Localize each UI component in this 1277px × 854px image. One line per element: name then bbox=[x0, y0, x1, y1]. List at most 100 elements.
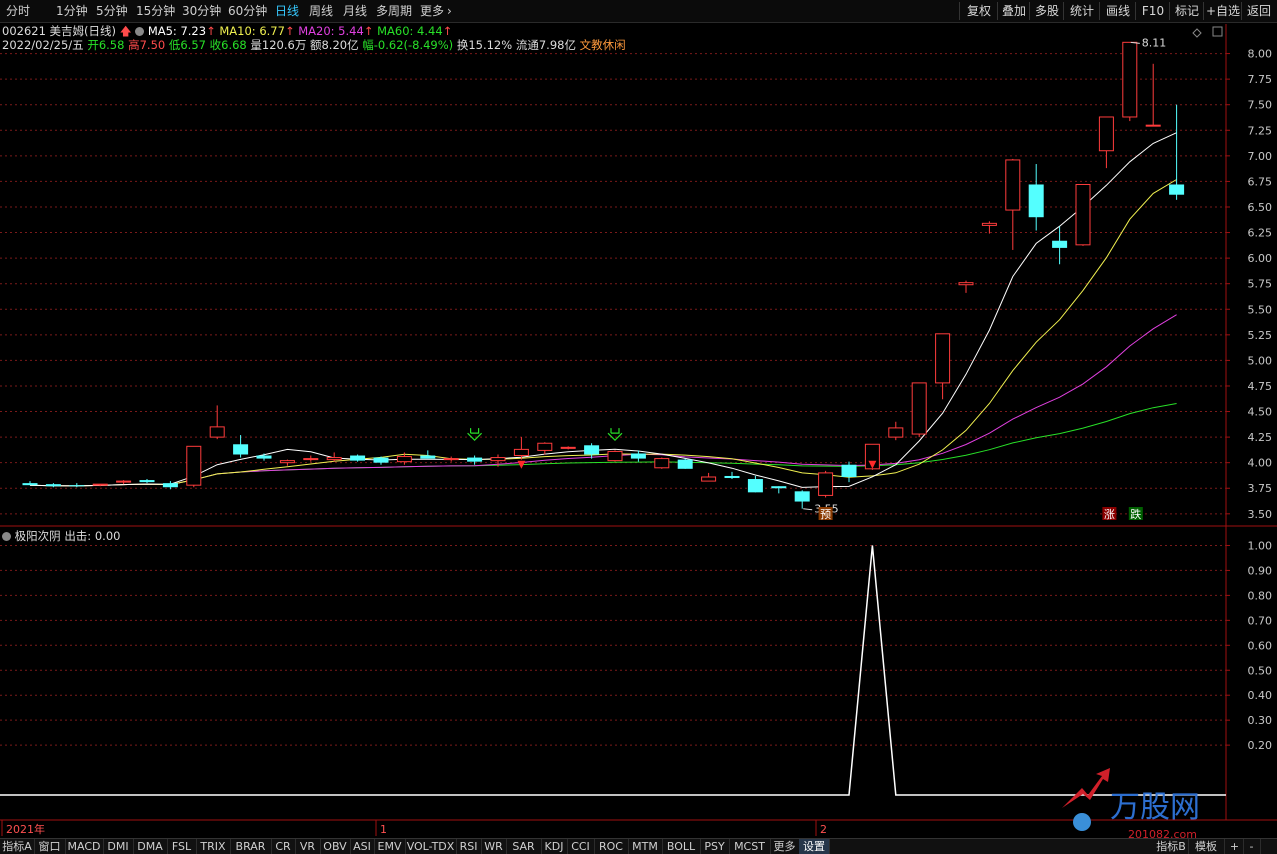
candle-body bbox=[537, 442, 553, 451]
indicator-tab-obv[interactable]: OBV bbox=[320, 839, 351, 854]
candle-body bbox=[818, 472, 834, 496]
ma5-line bbox=[29, 132, 1177, 488]
settings-circle-icon[interactable] bbox=[2, 532, 11, 541]
signal-line bbox=[0, 545, 1226, 796]
zoom-in-button[interactable]: + bbox=[1226, 839, 1244, 854]
kline-chart[interactable]: 8.00 7.75 7.50 7.25 7.00 6.75 6.50 6.25 6.00 5.75… bbox=[0, 0, 1277, 853]
x-label: 2021年 bbox=[6, 822, 45, 836]
candle-body bbox=[350, 455, 366, 461]
y-tick-label: 6.25 bbox=[1248, 227, 1273, 240]
y-tick-label: 4.25 bbox=[1248, 431, 1273, 444]
candle-body bbox=[490, 457, 506, 462]
candle-body bbox=[303, 458, 319, 461]
y-tick-label: 7.50 bbox=[1248, 99, 1273, 112]
indicator-header: 极阳次阴 出击: 0.00 bbox=[2, 529, 120, 544]
candle-body bbox=[888, 427, 904, 438]
indicator-tab-mcst[interactable]: MCST bbox=[729, 839, 771, 854]
zoom-out-button[interactable]: - bbox=[1243, 839, 1261, 854]
candle-body bbox=[69, 485, 85, 487]
diamond-icon[interactable] bbox=[1192, 28, 1202, 38]
indicator-tab-rsi[interactable]: RSI bbox=[456, 839, 482, 854]
y-tick-label: 3.75 bbox=[1248, 482, 1273, 495]
x-label: 1 bbox=[380, 823, 387, 836]
y-tick-label: 6.50 bbox=[1248, 201, 1273, 214]
y-tick-label: 5.25 bbox=[1248, 329, 1273, 342]
candle-body bbox=[22, 483, 38, 486]
ma20-line bbox=[29, 314, 1177, 487]
candle-body bbox=[935, 333, 951, 384]
indicator-tab-macd[interactable]: MACD bbox=[65, 839, 104, 854]
candle-body bbox=[116, 480, 132, 483]
watermark-brand: 万股网 bbox=[1110, 790, 1200, 825]
ma60-line bbox=[29, 403, 1177, 487]
y-tick-label: 7.75 bbox=[1248, 73, 1273, 86]
sub-y-tick-label: 0.70 bbox=[1248, 614, 1273, 627]
y-tick-label: 4.75 bbox=[1248, 380, 1273, 393]
sub-y-tick-label: 0.50 bbox=[1248, 664, 1273, 677]
logo-coin-icon bbox=[1073, 813, 1091, 831]
indicator-tab-boll[interactable]: BOLL bbox=[662, 839, 701, 854]
candle-body bbox=[911, 382, 927, 435]
y-tick-label: 8.00 bbox=[1248, 48, 1273, 61]
indicator-tab-更多[interactable]: 更多 bbox=[770, 839, 800, 854]
candle-body bbox=[1169, 184, 1185, 195]
indicator-tab-vr[interactable]: VR bbox=[295, 839, 321, 854]
down-arrow-icon bbox=[467, 428, 483, 442]
up-marker: 涨 bbox=[1104, 508, 1115, 521]
candle-body bbox=[747, 479, 763, 493]
indicator-tab-设置[interactable]: 设置 bbox=[799, 839, 830, 854]
candle-body bbox=[771, 486, 787, 489]
candle-body bbox=[1122, 41, 1138, 118]
candle-body bbox=[45, 484, 61, 487]
indicator-tab-asi[interactable]: ASI bbox=[350, 839, 375, 854]
indicator-tab-dma[interactable]: DMA bbox=[133, 839, 168, 854]
indicator-tab-mtm[interactable]: MTM bbox=[628, 839, 663, 854]
indicator-tab-roc[interactable]: ROC bbox=[594, 839, 629, 854]
indicator-tab-vol-tdx[interactable]: VOL-TDX bbox=[405, 839, 457, 854]
window-toggle-icon[interactable] bbox=[1212, 26, 1223, 37]
sub-y-tick-label: 0.80 bbox=[1248, 589, 1273, 602]
indicator-tab-sar[interactable]: SAR bbox=[506, 839, 542, 854]
right-tab-1[interactable]: 模板 bbox=[1188, 839, 1225, 854]
indicator-output: 出击: 0.00 bbox=[64, 529, 121, 543]
y-tick-label: 3.50 bbox=[1248, 508, 1273, 521]
sub-y-tick-label: 0.30 bbox=[1248, 714, 1273, 727]
candle-body bbox=[209, 426, 225, 438]
indicator-tab-cci[interactable]: CCI bbox=[567, 839, 595, 854]
indicator-tab-fsl[interactable]: FSL bbox=[167, 839, 197, 854]
candle-body bbox=[513, 448, 529, 457]
sub-y-tick-label: 0.40 bbox=[1248, 689, 1273, 702]
y-tick-label: 5.75 bbox=[1248, 278, 1273, 291]
indicator-tab-trix[interactable]: TRIX bbox=[196, 839, 231, 854]
candle-body bbox=[256, 455, 272, 459]
indicator-name: 极阳次阴 bbox=[14, 529, 61, 543]
candle-body bbox=[420, 455, 436, 459]
y-tick-label: 5.00 bbox=[1248, 354, 1273, 367]
y-tick-label: 5.50 bbox=[1248, 303, 1273, 316]
indicator-tab-指标a[interactable]: 指标A bbox=[0, 839, 35, 854]
indicator-tab-窗口[interactable]: 窗口 bbox=[34, 839, 66, 854]
indicator-tab-wr[interactable]: WR bbox=[481, 839, 507, 854]
indicator-tab-brar[interactable]: BRAR bbox=[230, 839, 272, 854]
candle-body bbox=[373, 457, 389, 463]
candle-body bbox=[233, 444, 249, 455]
y-tick-label: 4.50 bbox=[1248, 406, 1273, 419]
candle-body bbox=[1028, 184, 1044, 218]
indicator-tab-emv[interactable]: EMV bbox=[374, 839, 406, 854]
candle-body bbox=[677, 459, 693, 469]
y-tick-label: 6.00 bbox=[1248, 252, 1273, 265]
indicator-tab-dmi[interactable]: DMI bbox=[103, 839, 134, 854]
down-marker: 跌 bbox=[1130, 507, 1141, 521]
candle-body bbox=[326, 457, 342, 461]
y-tick-label: 4.00 bbox=[1248, 457, 1273, 470]
indicator-tab-cr[interactable]: CR bbox=[271, 839, 296, 854]
sub-y-tick-label: 0.20 bbox=[1248, 739, 1273, 752]
candle-body bbox=[1145, 124, 1161, 127]
y-tick-label: 7.00 bbox=[1248, 150, 1273, 163]
indicator-tab-kdj[interactable]: KDJ bbox=[541, 839, 568, 854]
ma10-line bbox=[29, 179, 1177, 487]
candle-body bbox=[654, 458, 670, 469]
candle-body bbox=[630, 453, 646, 459]
right-tab-0[interactable]: 指标B bbox=[1154, 839, 1189, 854]
indicator-tab-psy[interactable]: PSY bbox=[700, 839, 730, 854]
